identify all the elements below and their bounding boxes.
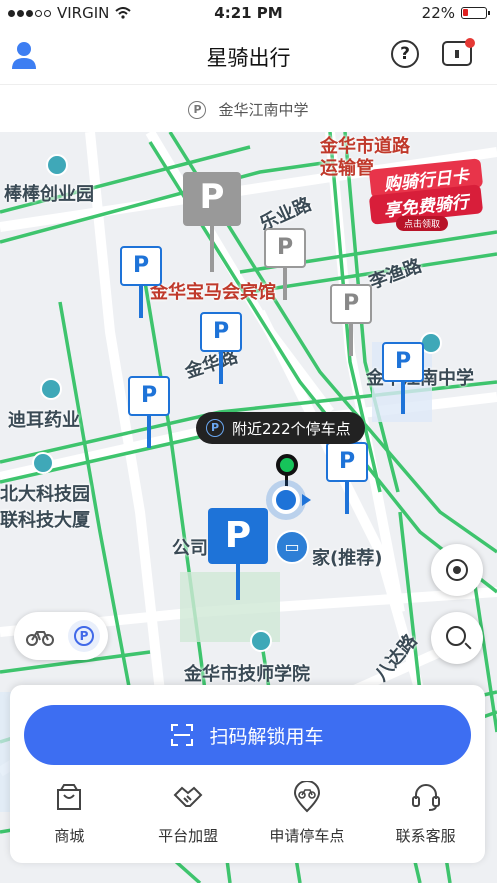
map-label[interactable]: 棒棒创业园 — [4, 180, 94, 206]
parking-sign-icon: P — [382, 342, 424, 382]
map-label[interactable]: 家(推荐) — [312, 544, 382, 570]
map-label[interactable]: 迪耳药业 — [8, 406, 80, 432]
locate-target-icon[interactable] — [431, 544, 483, 596]
message-box-icon[interactable] — [442, 38, 475, 66]
map-label[interactable]: 金华市技师学院 — [184, 660, 310, 686]
map-label[interactable]: 金华宝马会宾馆 — [150, 278, 276, 304]
bottom-panel: 扫码解锁用车 商城 平台加盟 申请停车点 联系客服 — [10, 685, 485, 863]
parking-sign-icon: P — [330, 284, 372, 324]
scan-unlock-label: 扫码解锁用车 — [209, 725, 324, 748]
menu-item-shop[interactable]: 商城 — [10, 781, 129, 846]
promo-claim-button[interactable]: 点击领取 — [396, 216, 448, 231]
shopping-bag-icon — [57, 784, 82, 810]
menu-item-support[interactable]: 联系客服 — [366, 781, 485, 846]
location-name: 金华江南中学 — [218, 101, 309, 119]
school-icon — [250, 630, 272, 652]
current-location-dot — [272, 486, 300, 514]
menu-item-apply-parking[interactable]: 申请停车点 — [248, 781, 367, 846]
notification-badge — [465, 38, 475, 48]
parking-marker[interactable]: P — [264, 228, 306, 300]
bike-location-icon — [293, 781, 320, 813]
parking-marker[interactable]: P — [200, 312, 242, 384]
battery-status: 22% — [421, 4, 490, 22]
map-label[interactable]: 公司 — [172, 534, 208, 560]
current-location-bar[interactable]: P 金华江南中学 — [0, 84, 497, 132]
selected-parking-marker[interactable]: P — [208, 508, 268, 600]
parking-circle-icon: P — [74, 626, 94, 646]
promo-banner[interactable]: 购骑行日卡 享免费骑行 点击领取 — [368, 152, 484, 234]
bottom-menu: 商城 平台加盟 申请停车点 联系客服 — [10, 781, 485, 846]
parking-sign-icon: P — [264, 228, 306, 268]
parking-marker[interactable]: P — [326, 442, 368, 514]
scan-icon — [171, 724, 194, 746]
parking-mode-button[interactable]: P — [68, 620, 100, 652]
bike-icon[interactable] — [26, 624, 54, 648]
parking-sign-icon: P — [183, 172, 241, 226]
nearby-parking-count[interactable]: P 附近222个停车点 — [196, 412, 365, 444]
menu-item-label: 平台加盟 — [158, 827, 219, 845]
app-header: 星骑出行 ? — [0, 26, 497, 84]
map-label[interactable]: 联科技大厦 — [0, 506, 90, 532]
destination-pin-icon — [276, 454, 298, 476]
map-label[interactable]: 运输管 — [320, 154, 374, 180]
headset-icon — [411, 784, 440, 811]
parking-sign-icon: P — [120, 246, 162, 286]
parking-circle-icon: P — [188, 100, 207, 119]
parking-circle-icon: P — [206, 419, 224, 437]
map-label[interactable]: 北大科技园 — [0, 480, 90, 506]
parking-sign-icon: P — [128, 376, 170, 416]
mode-toggle[interactable]: P — [14, 612, 108, 660]
bus-stop-icon: ▭ — [275, 530, 309, 564]
battery-percent: 22% — [421, 4, 455, 22]
parking-marker[interactable]: P — [183, 172, 241, 272]
parking-marker[interactable]: P — [120, 246, 162, 318]
menu-item-franchise[interactable]: 平台加盟 — [129, 781, 248, 846]
heading-arrow-icon — [302, 494, 311, 506]
parking-sign-icon: P — [208, 508, 268, 564]
parking-marker[interactable]: P — [330, 284, 372, 356]
nearby-parking-text: 附近222个停车点 — [232, 419, 351, 438]
app-title: 星骑出行 — [206, 46, 291, 70]
battery-icon — [461, 7, 490, 19]
handshake-icon — [173, 786, 203, 807]
parking-marker[interactable]: P — [382, 342, 424, 414]
building-icon — [32, 452, 54, 474]
menu-item-label: 联系客服 — [395, 827, 456, 845]
parking-marker[interactable]: P — [128, 376, 170, 448]
building-icon — [46, 154, 68, 176]
status-bar: VIRGIN 4:21 PM 22% — [0, 0, 497, 26]
parking-sign-icon: P — [200, 312, 242, 352]
menu-item-label: 商城 — [54, 827, 85, 845]
question-circle-icon[interactable]: ? — [391, 40, 419, 68]
menu-item-label: 申请停车点 — [269, 827, 345, 845]
parking-sign-icon: P — [326, 442, 368, 482]
scan-unlock-button[interactable]: 扫码解锁用车 — [24, 705, 471, 765]
search-icon[interactable] — [431, 612, 483, 664]
pharmacy-icon — [40, 378, 62, 400]
